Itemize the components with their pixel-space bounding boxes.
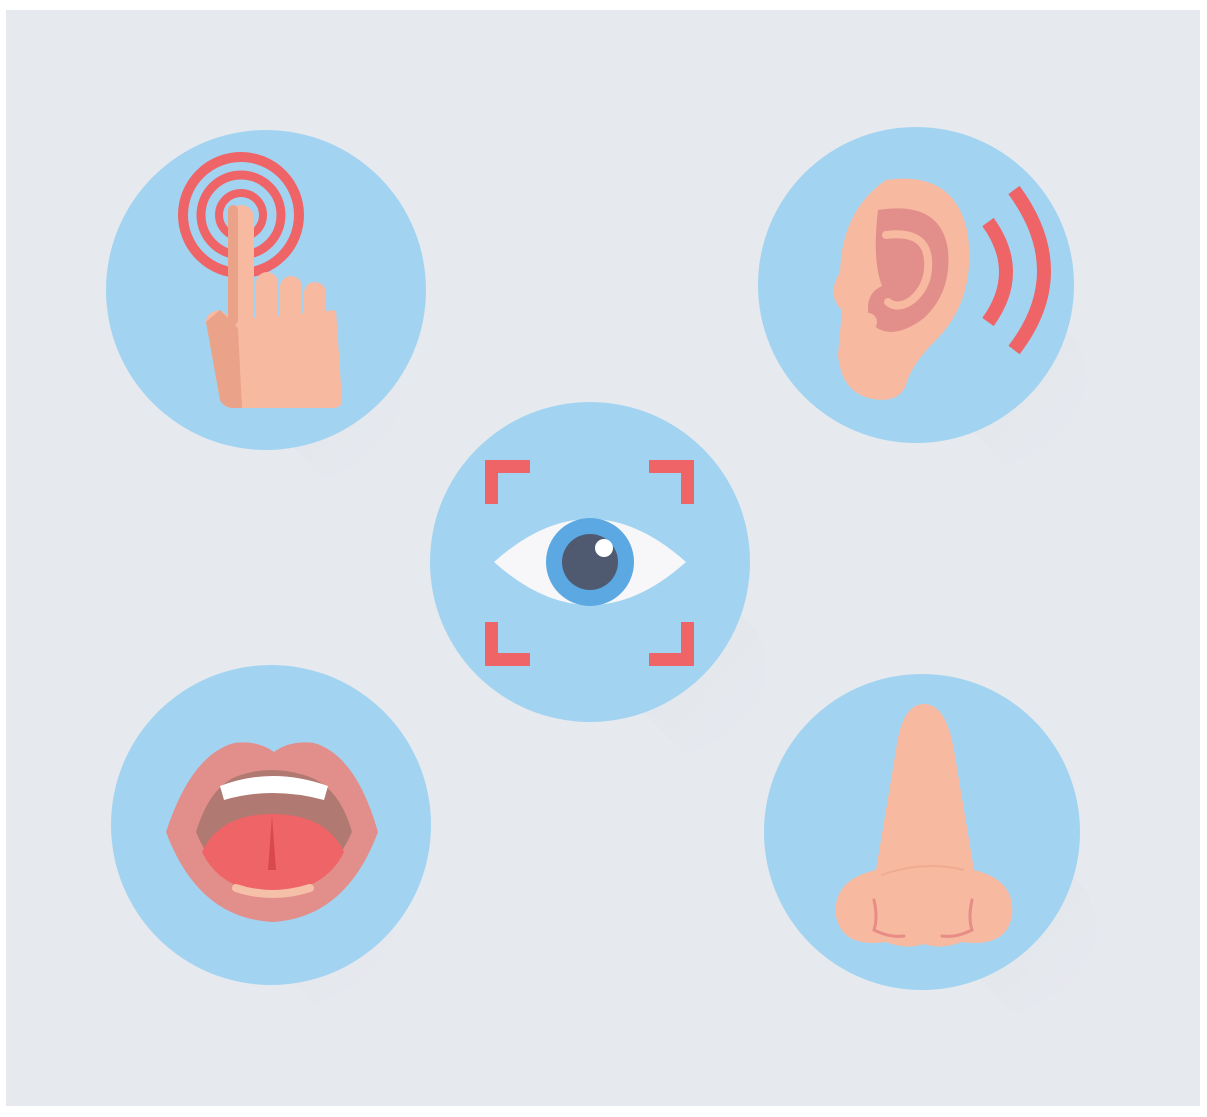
- sight-icon: [430, 402, 767, 755]
- smell-icon: [764, 674, 1097, 1015]
- senses-svg: [106, 127, 1097, 1015]
- touch-icon: [106, 130, 426, 480]
- hearing-icon: [758, 127, 1087, 465]
- five-senses-illustration: [6, 10, 1200, 1106]
- taste-icon: [111, 665, 431, 1005]
